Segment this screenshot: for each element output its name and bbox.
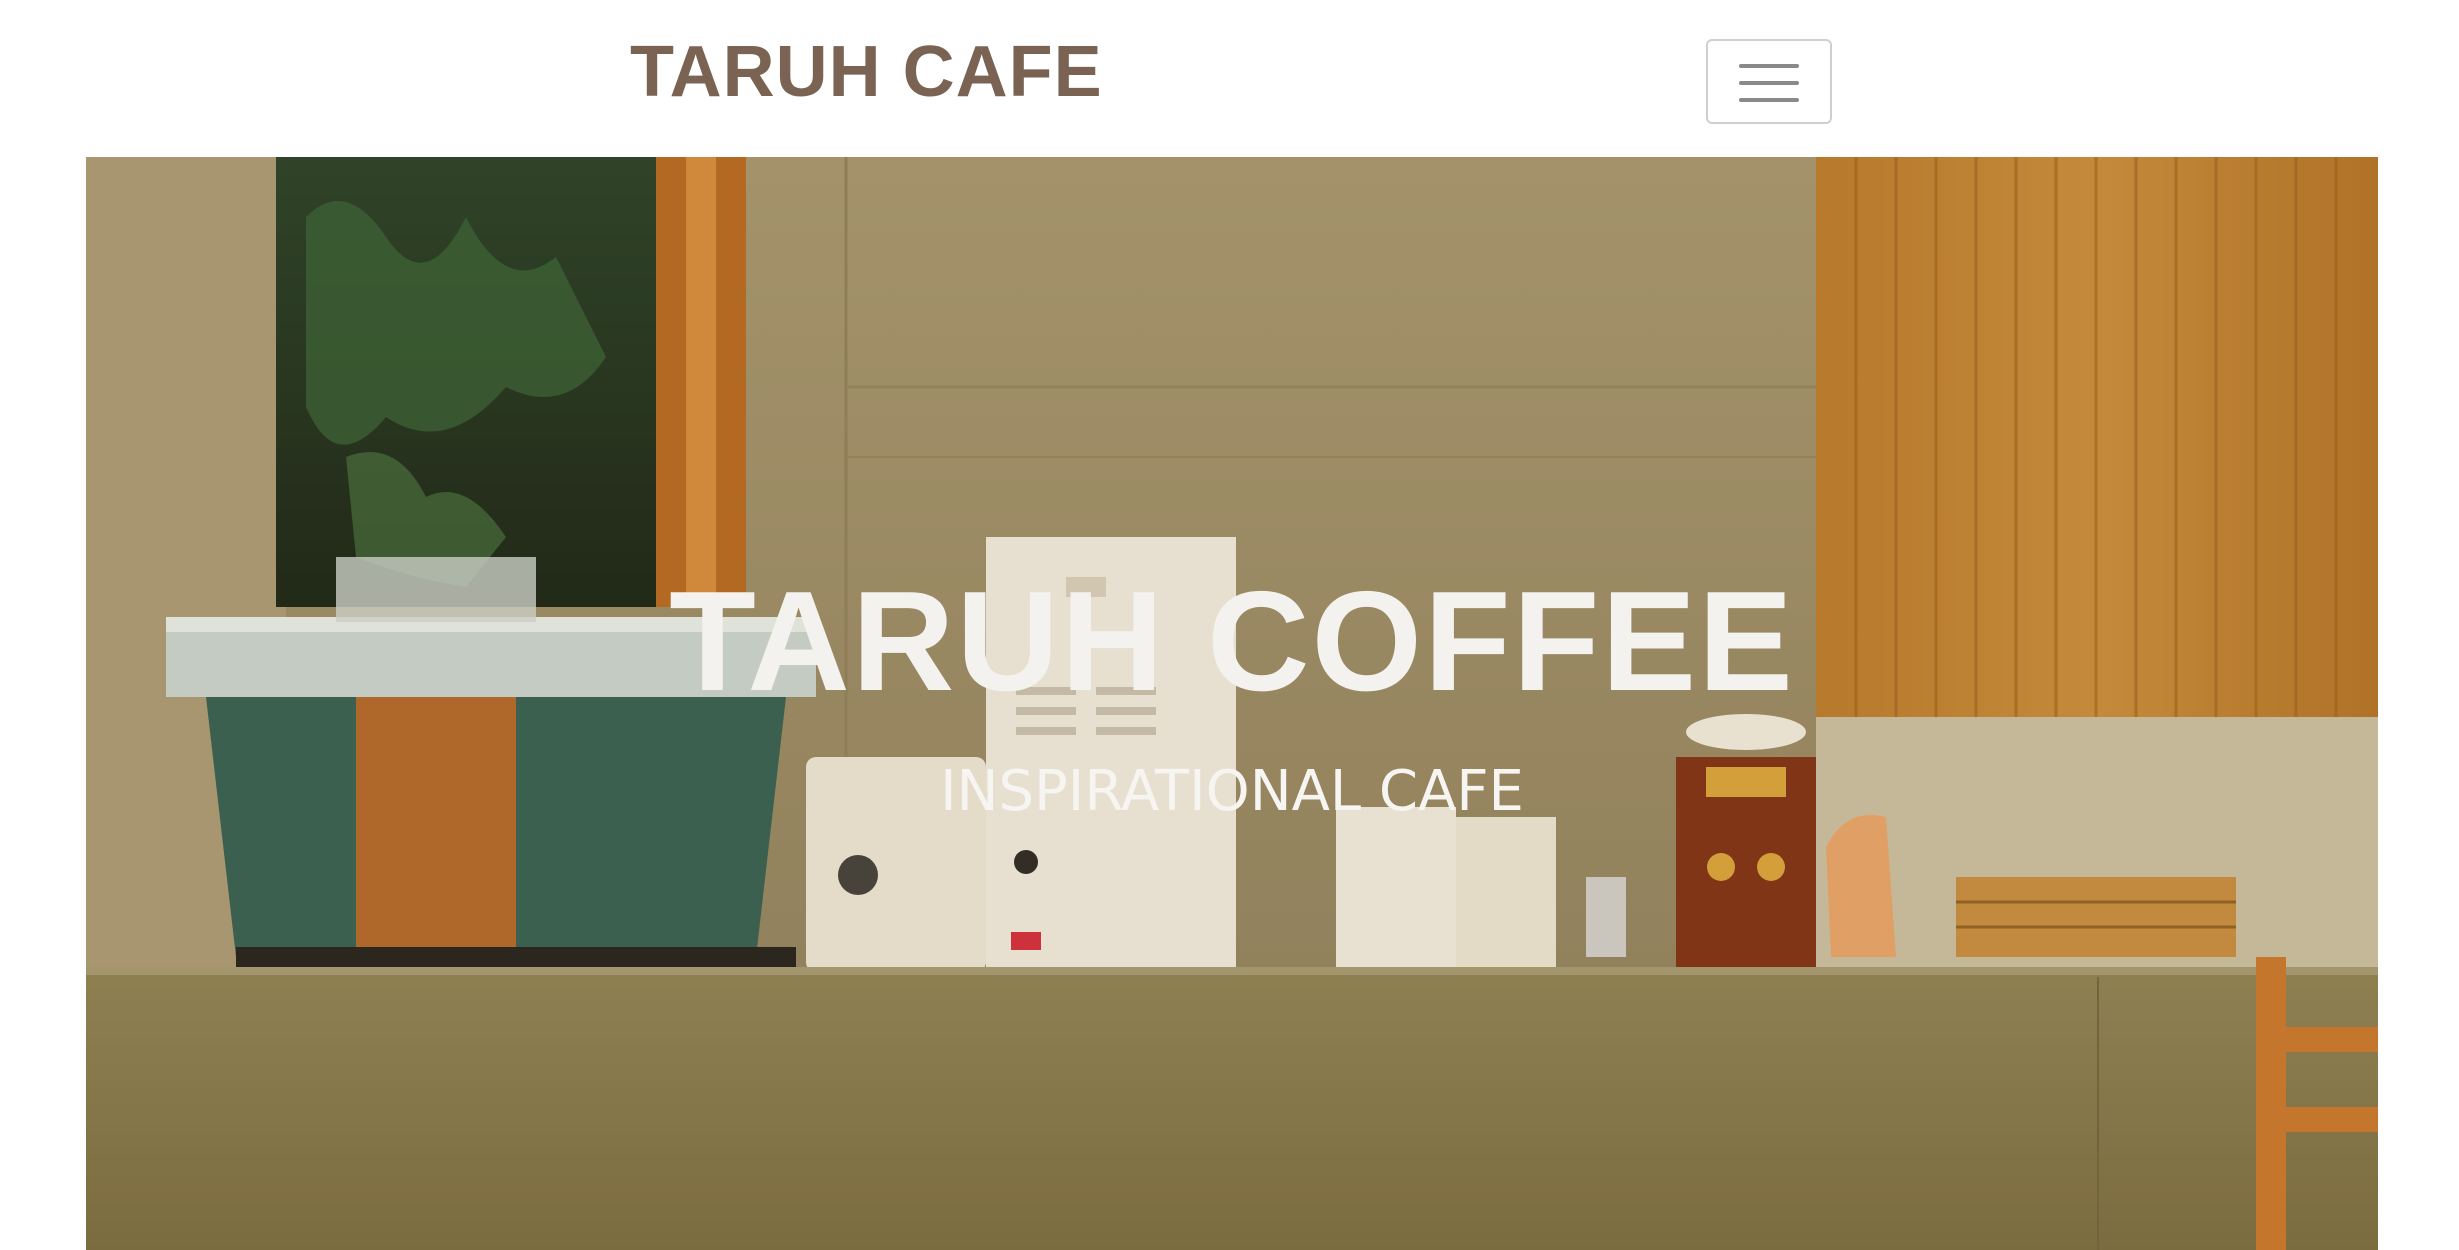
brand-logo-link[interactable]: TARUH CAFE bbox=[630, 28, 1103, 116]
navbar: TARUH CAFE bbox=[0, 0, 2459, 157]
hero-banner: TARUH COFFEE INSPIRATIONAL CAFE bbox=[86, 157, 2378, 1250]
menu-toggle-button[interactable] bbox=[1706, 39, 1832, 124]
hero-subtitle: INSPIRATIONAL CAFE bbox=[940, 759, 1524, 824]
hero-title: TARUH COFFEE bbox=[669, 562, 1795, 721]
